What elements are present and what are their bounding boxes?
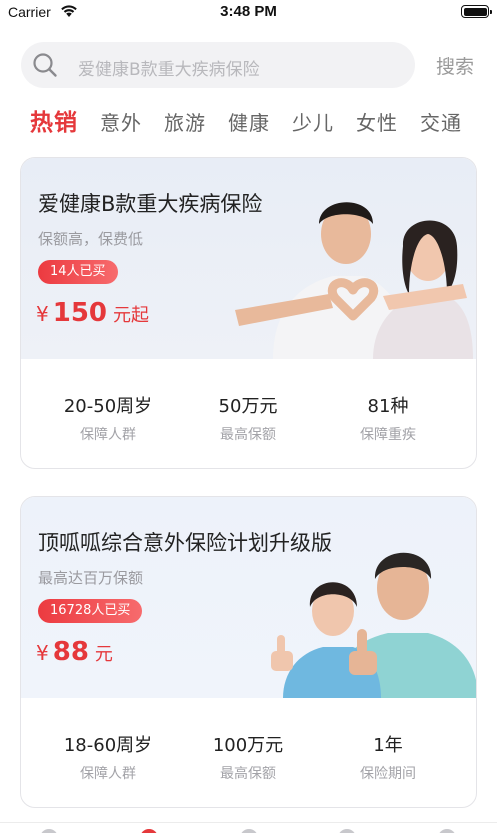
search-placeholder: 爱健康B款重大疾病保险	[78, 60, 260, 80]
stat-value: 1年	[373, 735, 403, 756]
tab-traffic[interactable]: 交通	[420, 108, 462, 140]
tab-accident[interactable]: 意外	[100, 108, 142, 140]
profile-icon[interactable]	[438, 829, 456, 833]
status-bar: Carrier 3:48 PM	[0, 0, 497, 26]
bottom-tab-bar	[0, 822, 497, 833]
price-value: 88	[52, 637, 89, 667]
category-tabs: 热销 意外 旅游 健康 少儿 女性 交通	[30, 108, 484, 140]
clock: 3:48 PM	[220, 3, 277, 20]
insurance-icon[interactable]	[140, 829, 158, 833]
buyers-badge: 16728人已买	[38, 599, 143, 623]
stat-age-range: 20-50周岁 保障人群	[38, 392, 178, 444]
battery-icon	[461, 5, 492, 18]
product-card[interactable]: 顶呱呱综合意外保险计划升级版 最高达百万保额 16728人已买 ¥88 元 18-…	[20, 496, 477, 808]
stat-insurance-period: 1年 保险期间	[318, 731, 458, 783]
search-icon	[33, 53, 57, 77]
stat-label: 最高保额	[220, 766, 276, 782]
tab-hot[interactable]: 热销	[30, 108, 78, 140]
product-stats: 18-60周岁 保障人群 100万元 最高保额 1年 保险期间	[21, 698, 476, 807]
product-card-header: 爱健康B款重大疾病保险 保额高，保费低 14人已买 ¥150 元起	[21, 158, 476, 359]
stat-max-coverage: 100万元 最高保额	[178, 731, 318, 783]
stat-value: 81种	[367, 396, 409, 417]
search-input[interactable]: 爱健康B款重大疾病保险	[21, 42, 415, 88]
stat-label: 保障重疾	[360, 427, 416, 443]
search-button[interactable]: 搜索	[436, 52, 474, 79]
price-value: 150	[52, 298, 108, 328]
price-suffix: 元起	[113, 305, 150, 326]
product-card-header: 顶呱呱综合意外保险计划升级版 最高达百万保额 16728人已买 ¥88 元	[21, 497, 476, 698]
price-suffix: 元	[94, 644, 113, 665]
stat-value: 100万元	[212, 735, 284, 756]
product-title: 爱健康B款重大疾病保险	[38, 192, 263, 216]
home-icon[interactable]	[40, 829, 58, 833]
stat-value: 50万元	[218, 396, 278, 417]
couple-heart-illustration	[235, 202, 473, 359]
stat-value: 18-60周岁	[63, 735, 153, 756]
buyers-badge: 14人已买	[38, 260, 118, 284]
product-subtitle: 保额高，保费低	[38, 230, 144, 248]
service-icon[interactable]	[338, 829, 356, 833]
price-currency: ¥	[36, 641, 49, 665]
stat-diseases-covered: 81种 保障重疾	[318, 392, 458, 444]
product-stats: 20-50周岁 保障人群 50万元 最高保额 81种 保障重疾	[21, 359, 476, 468]
stat-label: 最高保额	[220, 427, 276, 443]
product-price: ¥150 元起	[36, 298, 149, 328]
product-price: ¥88 元	[36, 637, 113, 667]
stat-max-coverage: 50万元 最高保额	[178, 392, 318, 444]
stat-value: 20-50周岁	[63, 396, 153, 417]
price-currency: ¥	[36, 302, 49, 326]
stat-age-range: 18-60周岁 保障人群	[38, 731, 178, 783]
orders-icon[interactable]	[240, 829, 258, 833]
product-title: 顶呱呱综合意外保险计划升级版	[38, 531, 332, 555]
tab-children[interactable]: 少儿	[292, 108, 334, 140]
tab-travel[interactable]: 旅游	[164, 108, 206, 140]
stat-label: 保障人群	[80, 427, 136, 443]
stat-label: 保险期间	[360, 766, 416, 782]
tab-women[interactable]: 女性	[356, 108, 398, 140]
product-subtitle: 最高达百万保额	[38, 569, 144, 587]
stat-label: 保障人群	[80, 766, 136, 782]
product-card[interactable]: 爱健康B款重大疾病保险 保额高，保费低 14人已买 ¥150 元起 20-50周岁…	[20, 157, 477, 469]
tab-health[interactable]: 健康	[228, 108, 270, 140]
